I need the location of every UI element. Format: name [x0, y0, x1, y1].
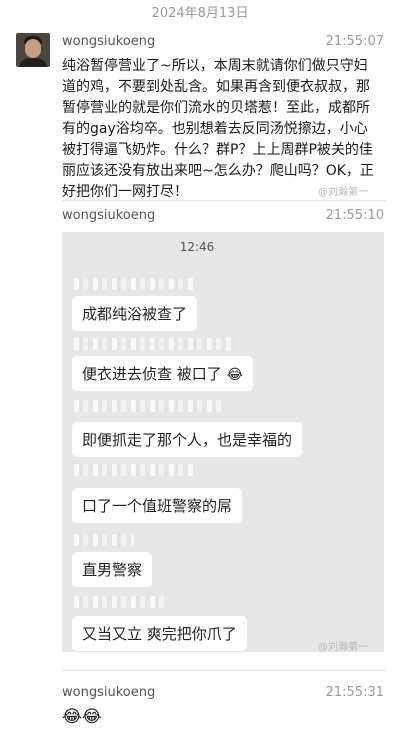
laughing-emoji-icon: 😂	[226, 367, 243, 383]
message-separator	[62, 200, 386, 201]
message-time: 21:55:31	[325, 685, 384, 700]
watermark: @刘瀚第一	[318, 187, 368, 198]
blurred-text	[74, 464, 194, 476]
chat-bubble: 便衣进去侦查 被口了 😂	[72, 356, 253, 391]
message-text: 😂😂	[62, 707, 102, 727]
chat-bubble: 成都纯浴被查了	[72, 296, 198, 331]
message-author[interactable]: wongsiukoeng	[62, 685, 155, 700]
date-divider: 2024年8月13日	[151, 6, 249, 21]
message-separator	[62, 670, 386, 671]
blurred-text	[74, 338, 234, 350]
watermark: @刘瀚第一	[318, 642, 368, 652]
screenshot-clock: 12:46	[179, 240, 215, 254]
message-time: 21:55:07	[325, 34, 384, 49]
blurred-text	[74, 534, 134, 546]
chat-bubble: 又当又立 爽完把你爪了	[72, 616, 247, 651]
chat-bubble: 直男警察	[72, 552, 153, 587]
blurred-text	[74, 278, 194, 290]
avatar[interactable]	[16, 33, 50, 67]
embedded-screenshot[interactable]: 12:46 成都纯浴被查了 便衣进去侦查 被口了 😂 即便抓走了那个人，也是幸福…	[62, 232, 384, 652]
chat-bubble: 即便抓走了那个人，也是幸福的	[72, 422, 303, 457]
message-time: 21:55:10	[325, 208, 384, 223]
message-author[interactable]: wongsiukoeng	[62, 208, 155, 223]
blurred-text	[74, 596, 164, 608]
chat-bubble: 口了一个值班警察的屌	[72, 488, 243, 523]
message-author[interactable]: wongsiukoeng	[62, 34, 155, 49]
message-text: 纯浴暂停营业了~所以，本周末就请你们做只守妇道的鸡，不要到处乱含。如果再含到便衣…	[62, 58, 374, 200]
chat-bubble-text: 便衣进去侦查 被口了	[82, 365, 222, 383]
blurred-text	[74, 400, 224, 412]
